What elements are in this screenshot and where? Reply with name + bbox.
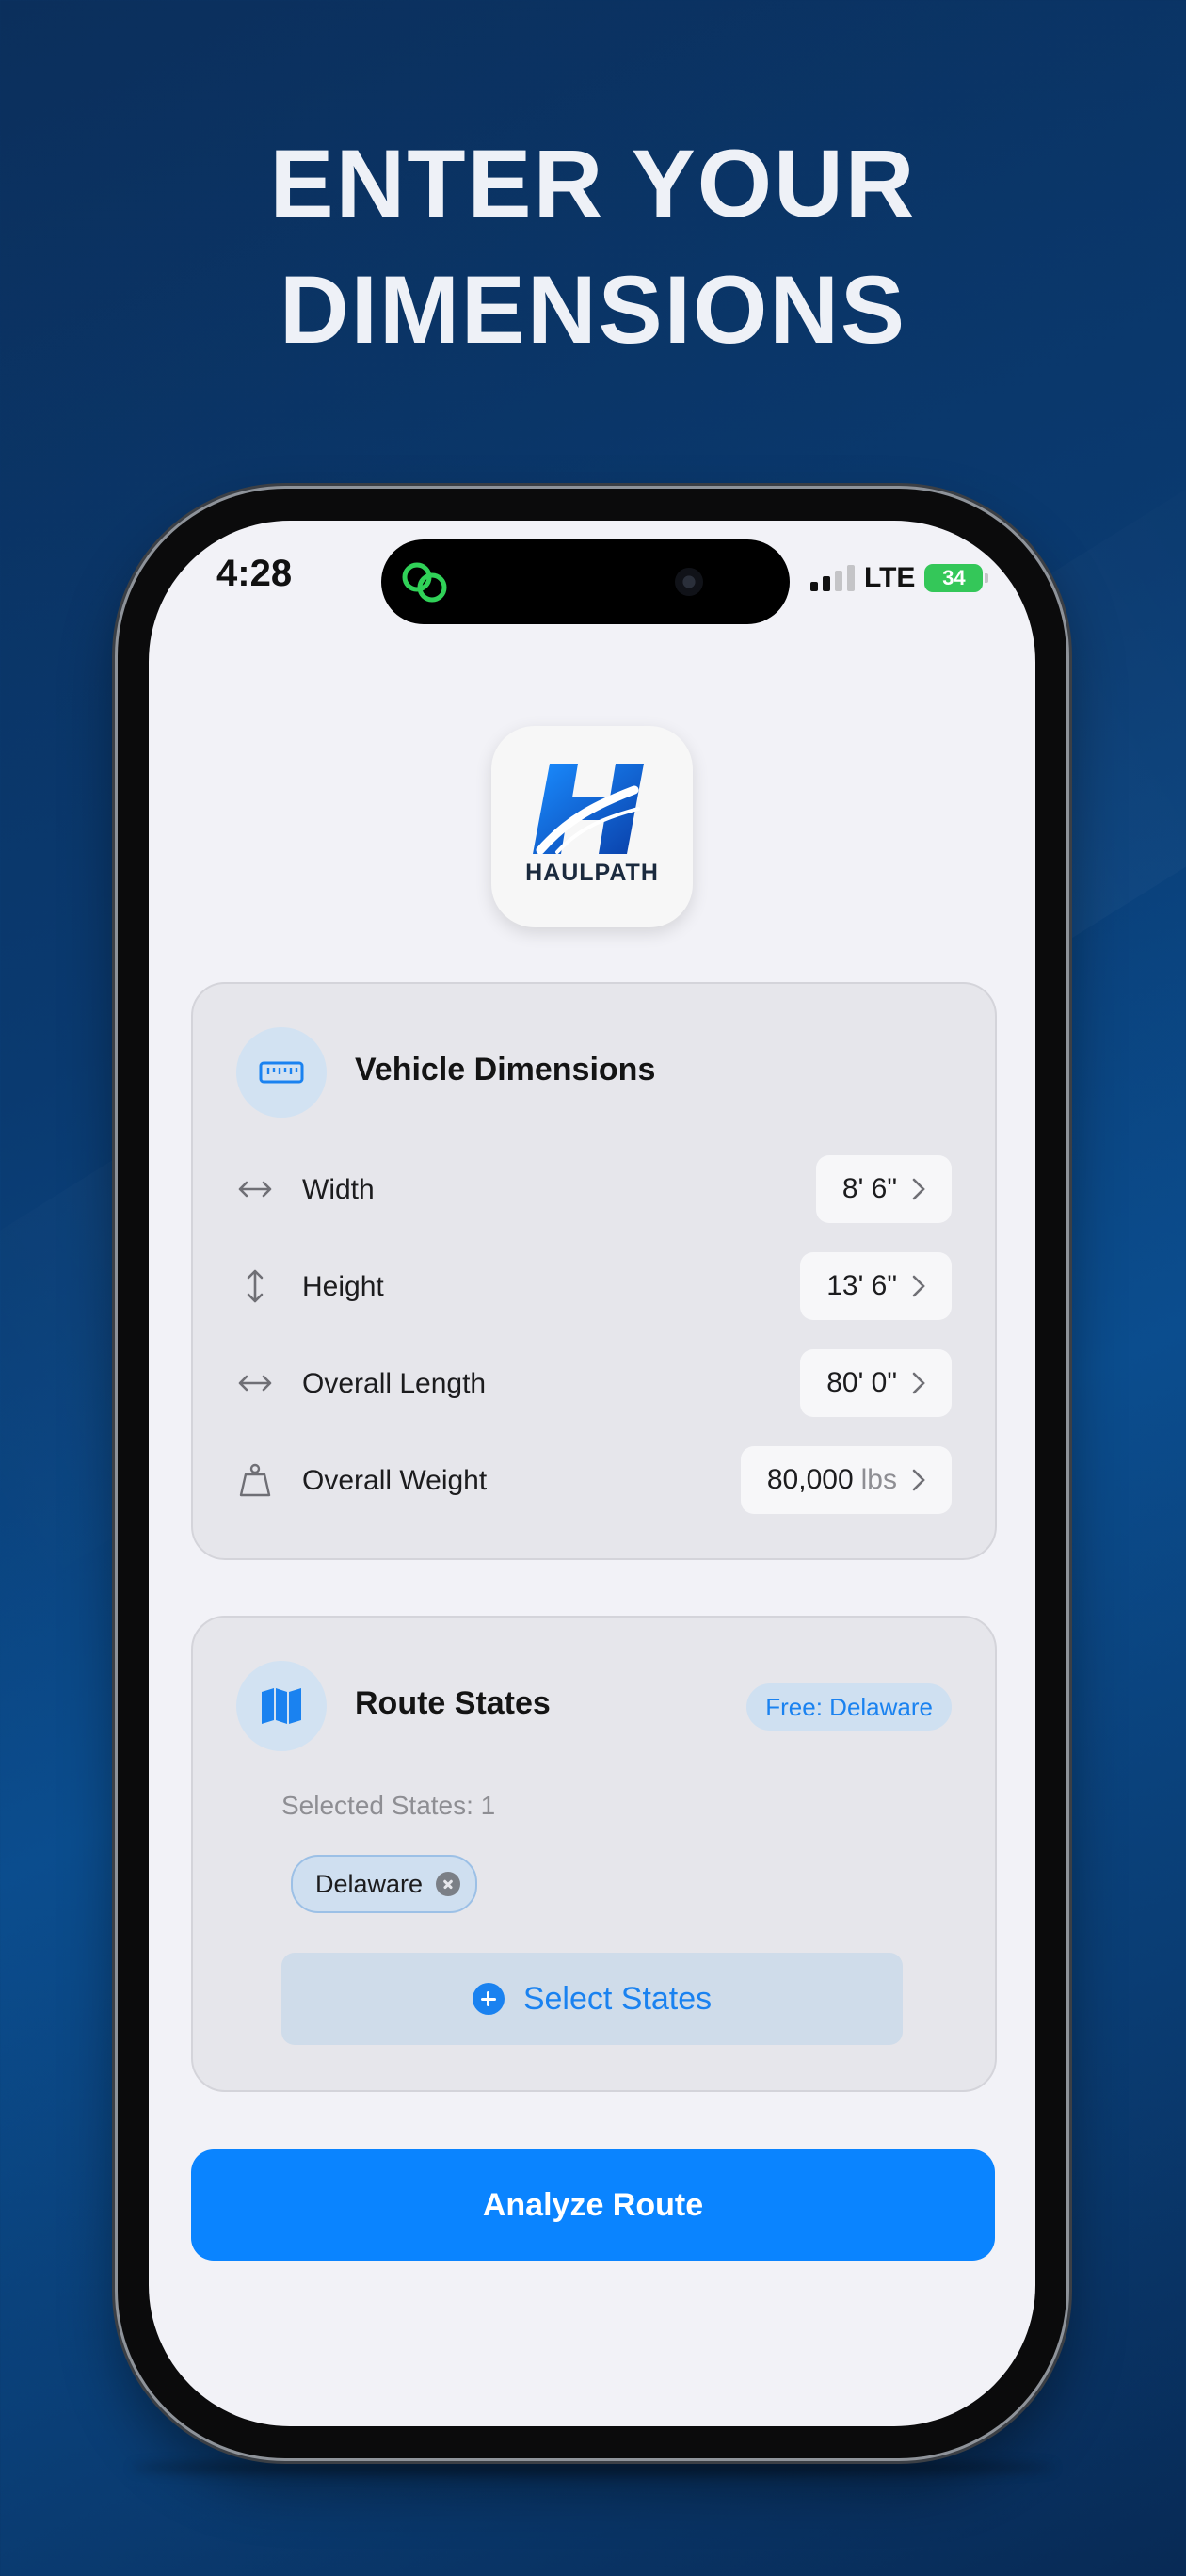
width-value-button[interactable]: 8' 6" <box>815 1155 952 1223</box>
height-row[interactable]: Height 13' 6" <box>236 1252 952 1320</box>
battery-icon: 34 <box>924 564 989 592</box>
ruler-icon <box>236 1027 327 1118</box>
analyze-route-button[interactable]: Analyze Route <box>191 2149 995 2261</box>
route-states-card: Route States Free: Delaware Selected Sta… <box>191 1616 997 2092</box>
remove-chip-icon[interactable] <box>436 1872 461 1896</box>
height-label: Height <box>302 1271 384 1302</box>
weight-icon <box>239 1463 271 1497</box>
width-label: Width <box>302 1174 375 1205</box>
weight-label: Overall Weight <box>302 1465 488 1496</box>
length-label: Overall Length <box>302 1368 487 1399</box>
status-indicators: LTE 34 <box>810 555 989 602</box>
chevron-right-icon <box>912 1469 925 1491</box>
link-rings-icon <box>402 562 447 603</box>
weight-row[interactable]: Overall Weight 80,000 lbs <box>236 1446 952 1514</box>
plus-circle-icon <box>472 1983 505 2015</box>
horizontal-arrows-icon <box>238 1375 272 1392</box>
camera-icon <box>675 568 703 596</box>
select-states-button[interactable]: Select States <box>281 1953 903 2045</box>
chevron-right-icon <box>912 1372 925 1394</box>
vehicle-dimensions-title: Vehicle Dimensions <box>355 1052 656 1087</box>
network-label: LTE <box>864 562 916 593</box>
dynamic-island <box>381 539 790 624</box>
weight-unit: lbs <box>860 1464 897 1495</box>
signal-icon <box>810 565 855 591</box>
width-value: 8' 6" <box>841 1173 897 1204</box>
free-state-badge: Free: Delaware <box>746 1683 952 1731</box>
headline-line-1: ENTER YOUR <box>269 130 917 237</box>
vertical-arrows-icon <box>247 1269 264 1303</box>
phone-frame: 4:28 LTE 34 HAULPATH Vehicle Dimensions … <box>118 489 1066 2458</box>
phone-screen: 4:28 LTE 34 HAULPATH Vehicle Dimensions … <box>149 521 1035 2426</box>
height-value: 13' 6" <box>826 1270 897 1301</box>
chevron-right-icon <box>912 1275 925 1297</box>
haulpath-logo-icon <box>533 764 644 854</box>
length-row[interactable]: Overall Length 80' 0" <box>236 1349 952 1417</box>
status-time: 4:28 <box>216 553 293 594</box>
weight-value-button[interactable]: 80,000 lbs <box>740 1446 952 1514</box>
headline: ENTER YOUR DIMENSIONS <box>0 121 1186 373</box>
select-states-label: Select States <box>522 1980 713 2017</box>
chevron-right-icon <box>912 1178 925 1200</box>
width-row[interactable]: Width 8' 6" <box>236 1155 952 1223</box>
route-states-title: Route States <box>355 1685 551 1721</box>
phone-shadow <box>132 2459 1054 2476</box>
height-value-button[interactable]: 13' 6" <box>800 1252 952 1320</box>
selected-states-count: Selected States: 1 <box>281 1791 496 1820</box>
length-value: 80' 0" <box>826 1367 897 1398</box>
map-icon <box>236 1661 327 1751</box>
headline-line-2: DIMENSIONS <box>279 256 907 363</box>
horizontal-arrows-icon <box>238 1181 272 1198</box>
app-logo: HAULPATH <box>491 726 693 927</box>
length-value-button[interactable]: 80' 0" <box>800 1349 952 1417</box>
battery-level: 34 <box>942 566 966 589</box>
weight-value: 80,000 <box>766 1464 854 1495</box>
state-chip-label: Delaware <box>315 1869 424 1898</box>
state-chip: Delaware <box>291 1855 478 1913</box>
app-logo-name: HAULPATH <box>525 860 659 886</box>
vehicle-dimensions-card: Vehicle Dimensions Width 8' 6" Height 13… <box>191 982 997 1560</box>
